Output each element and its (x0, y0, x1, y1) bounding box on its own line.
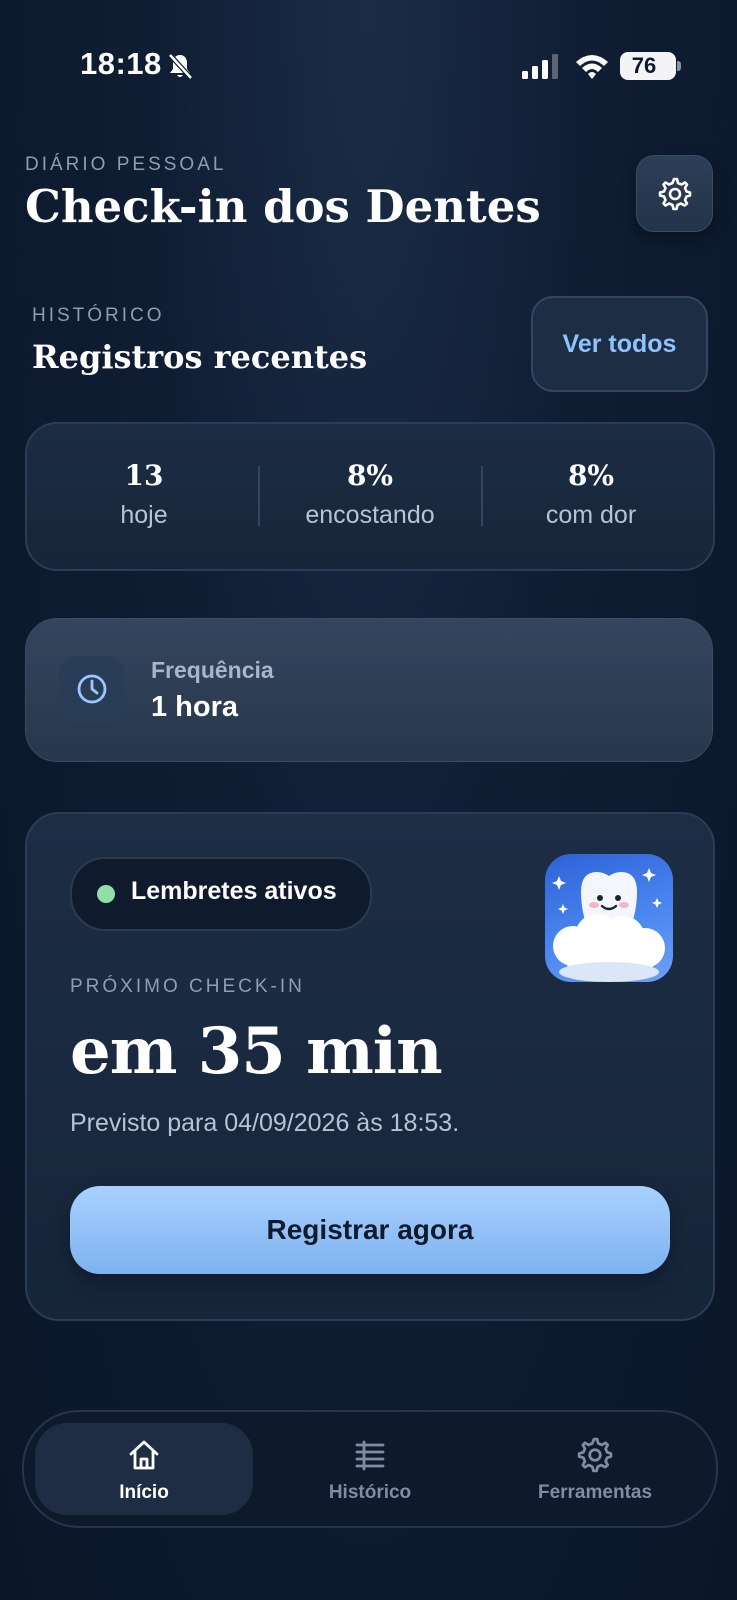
list-icon (355, 1440, 385, 1471)
view-all-button[interactable]: Ver todos (531, 296, 708, 392)
gear-icon (658, 177, 692, 211)
frequency-card[interactable]: Frequência 1 hora (25, 618, 713, 762)
tab-ferramentas[interactable]: Ferramentas (480, 1412, 710, 1526)
tooth-mascot-image (545, 854, 673, 982)
home-icon (129, 1440, 159, 1470)
gear-icon (577, 1437, 613, 1473)
settings-button[interactable] (636, 155, 713, 232)
history-eyebrow: HISTÓRICO (32, 305, 165, 326)
stat-pain: 8% com dor (482, 424, 700, 569)
next-checkin-forecast: Previsto para 04/09/2026 às 18:53. (70, 1109, 460, 1137)
battery-level: 76 (631, 53, 657, 78)
section-title: Registros recentes (32, 338, 368, 376)
frequency-label: Frequência (151, 657, 274, 683)
cellular-signal-icon (522, 54, 558, 79)
tab-label: Início (119, 1482, 169, 1503)
stat-today: 13 hoje (35, 424, 253, 569)
stat-touching: 8% encostando (261, 424, 479, 569)
status-dot (97, 885, 115, 903)
wifi-icon (576, 55, 608, 79)
page-title: Check-in dos Dentes (25, 180, 541, 233)
tab-label: Histórico (328, 1482, 412, 1503)
stats-card: 13 hoje 8% encostando 8% com dor (25, 422, 715, 571)
reminder-status-text: Lembretes ativos (131, 877, 337, 905)
stat-value: 8% (567, 459, 615, 492)
battery-cap (677, 61, 681, 71)
tab-label: Ferramentas (537, 1482, 653, 1503)
tab-historico[interactable]: Histórico (260, 1412, 480, 1526)
status-time: 18:18 (80, 46, 162, 81)
tab-bar: Início Histórico Ferramentas (22, 1410, 718, 1528)
reminder-status-badge: Lembretes ativos (70, 857, 372, 931)
next-checkin-card: Lembretes ativos PRÓXIMO CHECK-IN em 35 … (25, 812, 715, 1321)
stat-label: encostando (305, 501, 435, 529)
tab-inicio[interactable]: Início (24, 1412, 264, 1526)
frequency-value: 1 hora (151, 691, 239, 723)
header-eyebrow: DIÁRIO PESSOAL (25, 154, 227, 175)
register-now-button[interactable]: Registrar agora (70, 1186, 670, 1274)
next-checkin-time: em 35 min (70, 1014, 443, 1089)
clock-icon (77, 674, 107, 704)
stat-value: 8% (346, 459, 394, 492)
bell-slash-icon (168, 53, 193, 80)
stat-value: 13 (124, 459, 164, 492)
stat-label: com dor (545, 501, 637, 529)
frequency-icon-box (59, 656, 125, 722)
stat-label: hoje (120, 501, 168, 529)
next-checkin-eyebrow: PRÓXIMO CHECK-IN (70, 976, 305, 997)
stat-divider (258, 466, 260, 526)
